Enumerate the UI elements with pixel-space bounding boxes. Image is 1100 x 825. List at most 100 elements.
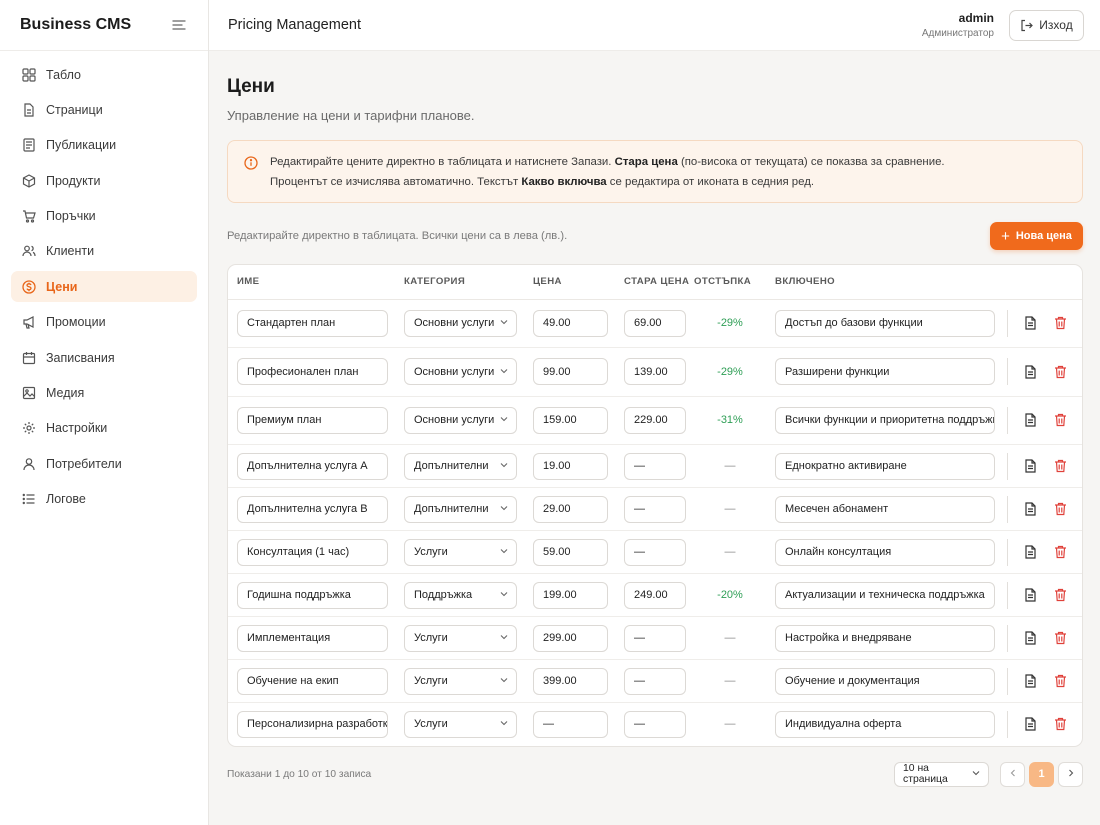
sidebar-item-promotions[interactable]: Промоции [11, 307, 197, 338]
old-price-input[interactable]: — [624, 538, 686, 566]
edit-details-icon[interactable] [1020, 456, 1040, 476]
category-select[interactable]: Допълнителни [404, 495, 517, 523]
old-price-input[interactable]: 139.00 [624, 358, 686, 386]
sidebar-item-logs[interactable]: Логове [11, 484, 197, 515]
old-price-input[interactable]: — [624, 710, 686, 738]
sidebar-item-bookings[interactable]: Записвания [11, 342, 197, 373]
edit-details-icon[interactable] [1020, 585, 1040, 605]
delete-icon[interactable] [1050, 542, 1070, 562]
sidebar-item-clients[interactable]: Клиенти [11, 236, 197, 267]
sidebar-item-orders[interactable]: Поръчки [11, 201, 197, 232]
category-value: Услуги [414, 632, 448, 644]
delete-icon[interactable] [1050, 671, 1070, 691]
name-input[interactable]: Допълнителна услуга А [237, 452, 388, 480]
included-input[interactable]: Еднократно активиране [775, 452, 995, 480]
name-input[interactable]: Професионален план [237, 358, 388, 386]
category-select[interactable]: Услуги [404, 624, 517, 652]
delete-icon[interactable] [1050, 410, 1070, 430]
name-input[interactable]: Допълнителна услуга В [237, 495, 388, 523]
price-input[interactable]: 59.00 [533, 538, 608, 566]
category-select[interactable]: Услуги [404, 710, 517, 738]
edit-details-icon[interactable] [1020, 714, 1040, 734]
cell-name: Имплементация [228, 616, 395, 660]
delete-icon[interactable] [1050, 628, 1070, 648]
included-input[interactable]: Месечен абонамент [775, 495, 995, 523]
delete-icon[interactable] [1050, 585, 1070, 605]
old-price-input[interactable]: — [624, 452, 686, 480]
sidebar-item-prices[interactable]: Цени [11, 271, 197, 303]
discount-value: — [694, 444, 766, 488]
edit-details-icon[interactable] [1020, 499, 1040, 519]
category-select[interactable]: Услуги [404, 667, 517, 695]
name-input[interactable]: Годишна поддръжка [237, 581, 388, 609]
old-price-input[interactable]: 229.00 [624, 406, 686, 434]
prev-page-button[interactable] [1000, 761, 1025, 787]
old-price-input[interactable]: 249.00 [624, 581, 686, 609]
topbar: Pricing Management admin Администратор И… [209, 0, 1100, 51]
prices-table-card: ИМЕ КАТЕГОРИЯ ЦЕНА СТАРА ЦЕНА ОТСТЪПКА В… [227, 264, 1083, 747]
category-select[interactable]: Услуги [404, 538, 517, 566]
delete-icon[interactable] [1050, 714, 1070, 734]
page-icon [21, 102, 37, 118]
category-value: Основни услуги [414, 317, 495, 330]
included-input[interactable]: Всички функции и приоритетна поддръжка [775, 406, 995, 434]
sidebar-item-posts[interactable]: Публикации [11, 130, 197, 161]
old-price-input[interactable]: 69.00 [624, 309, 686, 337]
price-input[interactable]: 19.00 [533, 452, 608, 480]
sidebar-item-dashboard[interactable]: Табло [11, 59, 197, 90]
edit-details-icon[interactable] [1020, 628, 1040, 648]
name-input[interactable]: Обучение на екип [237, 667, 388, 695]
sidebar-item-users[interactable]: Потребители [11, 448, 197, 479]
category-select[interactable]: Основни услуги [404, 358, 517, 386]
included-input[interactable]: Разширени функции [775, 358, 995, 386]
name-input[interactable]: Премиум план [237, 406, 388, 434]
delete-icon[interactable] [1050, 313, 1070, 333]
delete-icon[interactable] [1050, 499, 1070, 519]
logout-button[interactable]: Изход [1009, 9, 1084, 41]
price-input[interactable]: 159.00 [533, 406, 608, 434]
sidebar-item-pages[interactable]: Страници [11, 94, 197, 125]
edit-details-icon[interactable] [1020, 542, 1040, 562]
price-input[interactable]: 99.00 [533, 358, 608, 386]
edit-details-icon[interactable] [1020, 362, 1040, 382]
page-button-current[interactable]: 1 [1029, 761, 1054, 787]
name-input[interactable]: Персонализирна разработка [237, 710, 388, 738]
old-price-input[interactable]: — [624, 667, 686, 695]
category-select[interactable]: Поддръжка [404, 581, 517, 609]
included-input[interactable]: Обучение и документация [775, 667, 995, 695]
delete-icon[interactable] [1050, 456, 1070, 476]
table-row: Годишна поддръжка Поддръжка 199.00 249.00 -2… [228, 573, 1082, 617]
old-price-input[interactable]: — [624, 495, 686, 523]
per-page-select[interactable]: 10 на страница [894, 761, 989, 787]
included-input[interactable]: Онлайн консултация [775, 538, 995, 566]
price-input[interactable]: 299.00 [533, 624, 608, 652]
category-select[interactable]: Допълнителни [404, 452, 517, 480]
edit-details-icon[interactable] [1020, 410, 1040, 430]
price-input[interactable]: — [533, 710, 608, 738]
sidebar-item-media[interactable]: Медия [11, 378, 197, 409]
next-page-button[interactable] [1058, 761, 1083, 787]
included-input[interactable]: Индивидуална оферта [775, 710, 995, 738]
delete-icon[interactable] [1050, 362, 1070, 382]
price-input[interactable]: 29.00 [533, 495, 608, 523]
included-input[interactable]: Настройка и внедряване [775, 624, 995, 652]
price-input[interactable]: 199.00 [533, 581, 608, 609]
name-input[interactable]: Стандартен план [237, 309, 388, 337]
edit-details-icon[interactable] [1020, 313, 1040, 333]
category-select[interactable]: Основни услуги [404, 406, 517, 434]
included-input[interactable]: Достъп до базови функции [775, 309, 995, 337]
sidebar-item-products[interactable]: Продукти [11, 165, 197, 196]
actions-divider [1007, 358, 1008, 386]
name-input[interactable]: Консултация (1 час) [237, 538, 388, 566]
category-select[interactable]: Основни услуги [404, 309, 517, 337]
menu-toggle-icon[interactable] [170, 16, 188, 34]
name-input[interactable]: Имплементация [237, 624, 388, 652]
cell-name: Консултация (1 час) [228, 530, 395, 574]
price-input[interactable]: 49.00 [533, 309, 608, 337]
price-input[interactable]: 399.00 [533, 667, 608, 695]
old-price-input[interactable]: — [624, 624, 686, 652]
sidebar-item-settings[interactable]: Настройки [11, 413, 197, 444]
new-price-button[interactable]: + Нова цена [990, 222, 1083, 250]
included-input[interactable]: Актуализации и техническа поддръжка [775, 581, 995, 609]
edit-details-icon[interactable] [1020, 671, 1040, 691]
